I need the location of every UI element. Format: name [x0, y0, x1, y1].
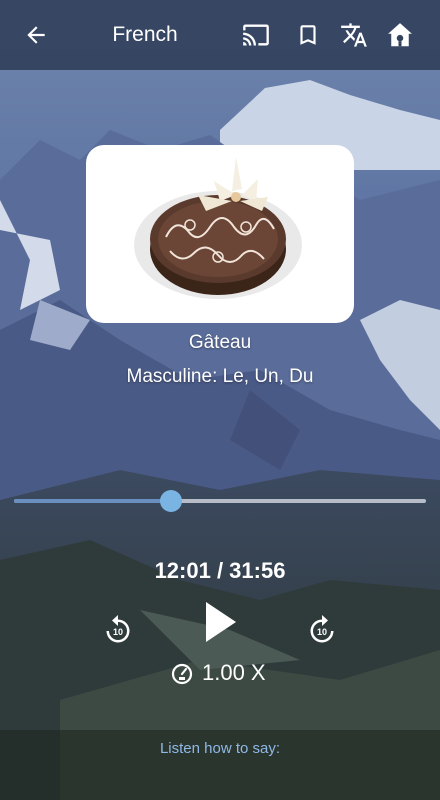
- forward-seconds-label: 10: [317, 627, 327, 637]
- cast-icon: [243, 24, 269, 46]
- seek-bar[interactable]: [14, 490, 426, 512]
- play-button[interactable]: [200, 600, 240, 644]
- chocolate-cake-image: [134, 157, 302, 299]
- bookmark-button[interactable]: [288, 15, 328, 55]
- translate-icon: [341, 23, 367, 47]
- cast-button[interactable]: [236, 15, 276, 55]
- forward-10-icon: 10: [310, 615, 334, 643]
- play-icon: [206, 602, 236, 642]
- playback-speed-button[interactable]: 1.00 X: [170, 656, 280, 690]
- speedometer-icon: [171, 663, 193, 685]
- back-button[interactable]: [16, 15, 56, 55]
- translate-button[interactable]: [334, 15, 374, 55]
- rewind-seconds-label: 10: [113, 627, 123, 637]
- gender-articles-label: Masculine: Le, Un, Du: [126, 366, 314, 387]
- top-app-bar: French: [0, 0, 440, 70]
- bookmark-icon: [300, 25, 316, 45]
- home-icon: [388, 23, 412, 47]
- page-title: French: [112, 23, 178, 46]
- forward-10-button[interactable]: 10: [304, 612, 340, 648]
- playback-speed-label: 1.00 X: [202, 660, 266, 685]
- listen-how-to-say-label: Listen how to say:: [159, 740, 281, 757]
- seek-thumb[interactable]: [159, 490, 182, 512]
- arrow-left-icon: [27, 26, 45, 44]
- rewind-10-button[interactable]: 10: [100, 612, 136, 648]
- word-label: Gâteau: [188, 332, 252, 353]
- word-image-card: [86, 145, 354, 323]
- seek-progress: [14, 499, 171, 503]
- home-button[interactable]: [380, 15, 420, 55]
- replay-10-icon: 10: [106, 615, 130, 643]
- screen: French Gâteau Masculine: Le, Un, Du 12:0…: [0, 0, 440, 800]
- playback-time: 12:01 / 31:56: [154, 558, 286, 583]
